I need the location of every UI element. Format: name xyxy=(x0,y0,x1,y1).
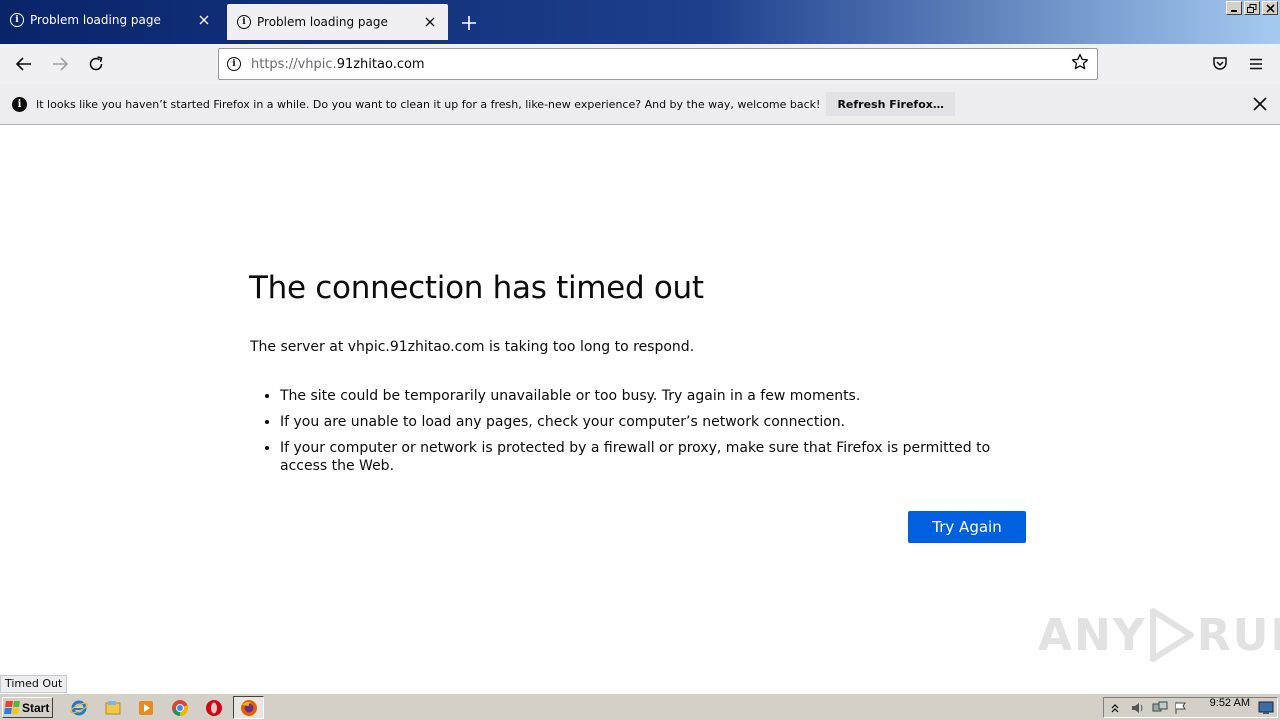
minimize-button[interactable] xyxy=(1226,1,1242,15)
notification-text: It looks like you haven’t started Firefo… xyxy=(36,97,821,111)
reload-icon xyxy=(89,56,103,71)
tab-problem-loading-1[interactable]: i Problem loading page xyxy=(0,0,222,40)
tab-problem-loading-2[interactable]: i Problem loading page xyxy=(227,4,448,40)
play-logo-icon xyxy=(1149,608,1194,662)
url-host-main: 91zhitao.com xyxy=(336,56,425,72)
hamburger-icon xyxy=(1250,58,1262,70)
firefox-icon xyxy=(241,700,257,716)
list-item: The site could be temporarily unavailabl… xyxy=(280,387,1030,405)
anyrun-watermark: ANY RUN xyxy=(1038,607,1280,663)
back-arrow-icon xyxy=(15,57,31,71)
close-notification-icon[interactable] xyxy=(1252,96,1268,112)
system-tray xyxy=(1103,697,1278,718)
restore-button[interactable] xyxy=(1244,1,1260,15)
close-icon xyxy=(1265,3,1275,13)
tray-expand-icon xyxy=(1111,703,1119,712)
network-icon xyxy=(1152,701,1168,711)
try-again-button[interactable]: Try Again xyxy=(908,511,1026,543)
volume-icon xyxy=(1132,702,1143,713)
clock: 9:52 AM xyxy=(1209,697,1250,709)
close-window-button[interactable] xyxy=(1262,1,1278,15)
tab-label: Problem loading page xyxy=(30,13,161,27)
tab-label: Problem loading page xyxy=(257,15,388,29)
watermark-left: ANY xyxy=(1038,609,1147,661)
plus-icon xyxy=(462,16,476,30)
error-title: The connection has timed out xyxy=(249,270,704,306)
page-content: The connection has timed out The server … xyxy=(0,125,1280,675)
close-tab-icon[interactable] xyxy=(422,14,438,30)
tab-strip: i Problem loading page i Problem loading… xyxy=(0,0,1280,44)
minimize-icon xyxy=(1231,10,1237,12)
ie-icon[interactable] xyxy=(69,698,89,718)
error-description: The server at vhpic.91zhitao.com is taki… xyxy=(250,339,695,355)
back-button[interactable] xyxy=(12,52,36,76)
reload-button[interactable] xyxy=(84,52,108,76)
menu-button[interactable] xyxy=(1244,52,1268,76)
pocket-button[interactable] xyxy=(1208,52,1232,76)
info-icon: i xyxy=(10,13,24,27)
show-desktop-icon[interactable] xyxy=(1258,700,1274,719)
url-host-prefix: vhpic. xyxy=(297,56,337,72)
opera-icon[interactable] xyxy=(204,698,224,718)
pocket-icon xyxy=(1213,57,1227,70)
forward-arrow-icon xyxy=(53,57,69,71)
info-icon: i xyxy=(237,15,251,29)
navigation-toolbar: i https://vhpic.91zhitao.com xyxy=(0,44,1280,84)
start-label: Start xyxy=(22,700,50,715)
url-text[interactable]: https://vhpic.91zhitao.com xyxy=(251,57,1071,72)
site-info-icon[interactable]: i xyxy=(227,57,241,71)
action-center-flag-icon xyxy=(1175,701,1186,714)
chrome-icon[interactable] xyxy=(170,698,190,718)
bookmark-star-icon[interactable] xyxy=(1071,53,1089,75)
taskbar: Start 9:52 AM xyxy=(0,693,1280,720)
firefox-taskbar-button[interactable] xyxy=(233,696,264,719)
explorer-folder-icon[interactable] xyxy=(103,698,123,718)
url-bar[interactable]: i https://vhpic.91zhitao.com xyxy=(218,48,1098,80)
list-item: If your computer or network is protected… xyxy=(280,439,1030,475)
status-tooltip: Timed Out xyxy=(0,675,68,693)
forward-button[interactable] xyxy=(48,52,72,76)
list-item: If you are unable to load any pages, che… xyxy=(280,413,1030,431)
window-controls xyxy=(1226,1,1278,15)
close-tab-icon[interactable] xyxy=(196,12,212,28)
url-scheme: https:// xyxy=(251,56,298,72)
restore-icon xyxy=(1247,3,1257,13)
error-suggestions: The site could be temporarily unavailabl… xyxy=(280,387,1030,483)
refresh-firefox-button[interactable]: Refresh Firefox… xyxy=(826,92,955,116)
refresh-notification-bar: i It looks like you haven’t started Fire… xyxy=(0,84,1280,125)
watermark-right: RUN xyxy=(1196,609,1280,661)
media-player-icon[interactable] xyxy=(136,698,156,718)
windows-logo-icon xyxy=(4,701,20,714)
new-tab-button[interactable] xyxy=(458,12,480,34)
info-icon: i xyxy=(12,96,27,112)
start-button[interactable]: Start xyxy=(2,697,53,718)
